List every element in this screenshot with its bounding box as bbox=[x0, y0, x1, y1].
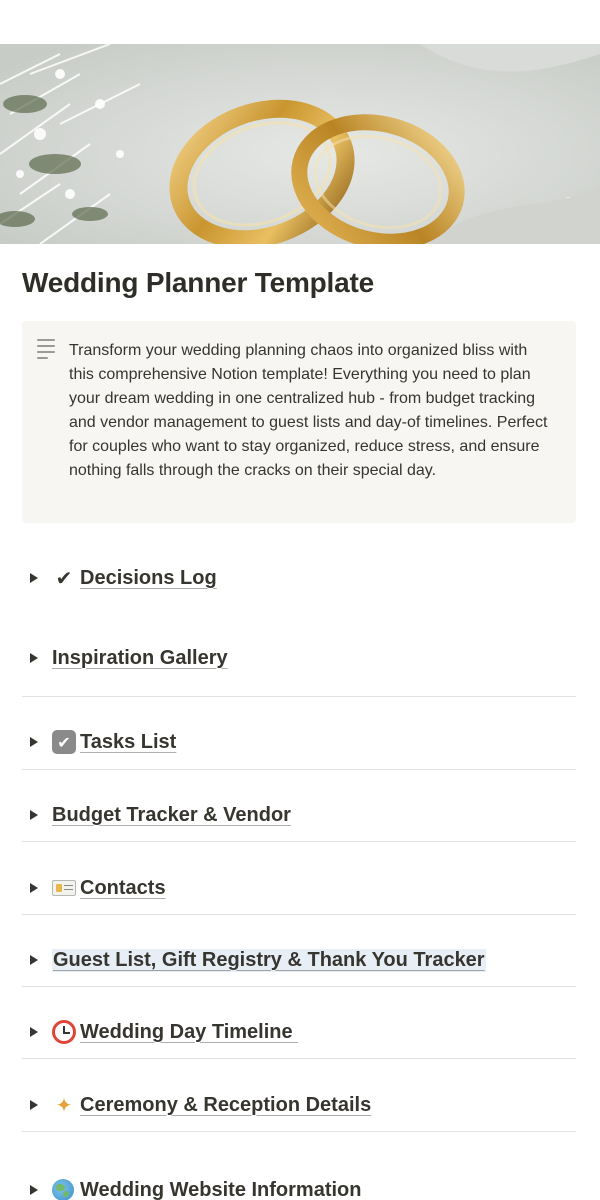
description-callout: Transform your wedding planning chaos in… bbox=[22, 321, 576, 523]
alarm-clock-icon bbox=[52, 1020, 76, 1044]
callout-text: Transform your wedding planning chaos in… bbox=[69, 342, 548, 479]
toggle-heading[interactable]: Wedding Website Information bbox=[52, 1170, 361, 1200]
toggle-label[interactable]: Decisions Log bbox=[80, 567, 217, 590]
toggle-heading[interactable]: Guest List, Gift Registry & Thank You Tr… bbox=[52, 940, 486, 980]
toggle-budget-tracker[interactable]: Budget Tracker & Vendor bbox=[22, 795, 576, 842]
toggle-label[interactable]: Wedding Website Information bbox=[80, 1179, 361, 1200]
toggle-arrow-icon[interactable] bbox=[30, 795, 42, 835]
toggle-contacts[interactable]: Contacts bbox=[22, 868, 576, 915]
toggle-guest-list[interactable]: Guest List, Gift Registry & Thank You Tr… bbox=[22, 940, 576, 987]
toggle-label[interactable]: Guest List, Gift Registry & Thank You Tr… bbox=[52, 948, 486, 972]
id-card-icon bbox=[52, 880, 76, 896]
toggle-heading[interactable]: Contacts bbox=[52, 868, 166, 908]
toggle-heading[interactable]: Wedding Day Timeline bbox=[52, 1012, 298, 1052]
toggle-label[interactable]: Wedding Day Timeline bbox=[80, 1021, 298, 1044]
toggle-arrow-icon[interactable] bbox=[30, 558, 42, 598]
page-title: Wedding Planner Template bbox=[22, 267, 374, 298]
toggle-wedding-day-timeline[interactable]: Wedding Day Timeline bbox=[22, 1012, 576, 1059]
toggle-arrow-icon[interactable] bbox=[30, 1085, 42, 1125]
toggle-heading[interactable]: ✔ Tasks List bbox=[52, 722, 176, 762]
toggle-arrow-icon[interactable] bbox=[30, 638, 42, 678]
toggle-label[interactable]: Contacts bbox=[80, 877, 166, 900]
cover-image[interactable] bbox=[0, 44, 600, 244]
toggle-arrow-icon[interactable] bbox=[30, 1012, 42, 1052]
toggle-label[interactable]: Budget Tracker & Vendor bbox=[52, 804, 291, 827]
top-bar bbox=[0, 0, 600, 44]
party-popper-icon: ✦ bbox=[55, 1093, 73, 1117]
toggle-decisions-log[interactable]: ✔ Decisions Log bbox=[22, 558, 576, 598]
toggle-wedding-website[interactable]: Wedding Website Information bbox=[22, 1170, 576, 1200]
toggle-arrow-icon[interactable] bbox=[30, 722, 42, 762]
check-mark-icon: ✔ bbox=[55, 566, 73, 590]
globe-icon bbox=[52, 1179, 74, 1200]
toggle-label[interactable]: Ceremony & Reception Details bbox=[80, 1094, 371, 1117]
text-lines-icon bbox=[37, 339, 57, 359]
toggle-label[interactable]: Inspiration Gallery bbox=[52, 647, 228, 670]
toggle-label[interactable]: Tasks List bbox=[80, 731, 176, 754]
toggle-arrow-icon[interactable] bbox=[30, 940, 42, 980]
toggle-arrow-icon[interactable] bbox=[30, 868, 42, 908]
toggle-ceremony-reception[interactable]: ✦ Ceremony & Reception Details bbox=[22, 1085, 576, 1132]
toggle-inspiration-gallery[interactable]: Inspiration Gallery bbox=[22, 638, 576, 697]
toggle-heading[interactable]: ✔ Decisions Log bbox=[52, 558, 217, 598]
toggle-heading[interactable]: Budget Tracker & Vendor bbox=[52, 795, 291, 835]
ballot-box-check-icon: ✔ bbox=[52, 730, 76, 754]
toggle-arrow-icon[interactable] bbox=[30, 1170, 42, 1200]
toggle-tasks-list[interactable]: ✔ Tasks List bbox=[22, 722, 576, 770]
toggle-heading[interactable]: ✦ Ceremony & Reception Details bbox=[52, 1085, 372, 1125]
wedding-rings-image bbox=[0, 44, 600, 244]
toggle-heading[interactable]: Inspiration Gallery bbox=[52, 638, 228, 678]
